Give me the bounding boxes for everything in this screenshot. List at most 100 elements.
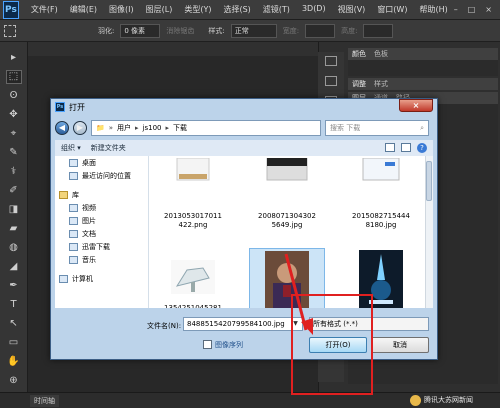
menu-item-4[interactable]: 类型(Y)	[178, 4, 217, 15]
nav-item[interactable]: 计算机	[55, 272, 148, 285]
menu-item-8[interactable]: 视图(V)	[332, 4, 372, 15]
tool-icon-6[interactable]: ⚕	[7, 166, 21, 178]
location-icon	[69, 171, 78, 180]
tab-styles[interactable]: 样式	[374, 79, 388, 89]
tool-icon-13[interactable]: T	[7, 299, 21, 311]
image-sequence-label: 图像序列	[215, 341, 243, 349]
highlight-box	[291, 294, 373, 395]
feather-input[interactable]: 0 像素	[120, 23, 161, 38]
file-name: 1354251045281 246062.jpg	[164, 304, 222, 308]
nav-item-label: 迅雷下载	[82, 242, 110, 251]
height-label: 高度:	[341, 26, 358, 35]
menu-item-1[interactable]: 编辑(E)	[64, 4, 103, 15]
tool-icon-1[interactable]: ⬚	[5, 70, 22, 84]
image-thumbnail	[171, 260, 215, 294]
menu-item-7[interactable]: 3D(D)	[296, 4, 332, 15]
image-thumbnail	[266, 157, 308, 181]
menu-items: 文件(F) 编辑(E) 图像(I) 图层(L) 类型(Y) 选择(S) 滤镜(T) 3D(D)…	[25, 4, 454, 15]
width-input[interactable]	[305, 23, 336, 38]
menu-item-9[interactable]: 窗口(W)	[371, 4, 413, 15]
dialog-close-button[interactable]: ×	[399, 99, 433, 112]
nav-item[interactable]: 音乐	[55, 253, 148, 266]
nav-item[interactable]: 文档	[55, 227, 148, 240]
tool-icon-3[interactable]: ✥	[7, 109, 21, 121]
nav-item[interactable]: 视频	[55, 201, 148, 214]
nav-item[interactable]: 桌面	[55, 156, 148, 169]
tool-icon-5[interactable]: ✎	[7, 147, 21, 159]
menu-item-0[interactable]: 文件(F)	[25, 4, 64, 15]
tool-icon-10[interactable]: ◍	[7, 242, 21, 254]
menu-item-6[interactable]: 滤镜(T)	[257, 4, 296, 15]
tool-icon-7[interactable]: ✐	[7, 185, 21, 197]
history-icon[interactable]	[325, 56, 337, 66]
breadcrumb-js100[interactable]: js100	[143, 124, 162, 132]
style-label: 样式:	[208, 26, 225, 35]
location-icon	[69, 229, 78, 238]
file-item[interactable]: 1354251045281 246062.jpg	[155, 248, 231, 308]
marquee-tool-preset-icon[interactable]	[4, 24, 16, 37]
menu-item-2[interactable]: 图像(I)	[103, 4, 140, 15]
tool-icon-12[interactable]: ✒	[7, 280, 21, 292]
nav-item[interactable]: 最近访问的位置	[55, 169, 148, 182]
forward-arrow-icon[interactable]: ▶	[73, 121, 87, 135]
close-window-button[interactable]: ×	[485, 5, 492, 14]
window-controls: – □ ×	[454, 5, 500, 14]
nav-item[interactable]: 迅雷下载	[55, 240, 148, 253]
nav-item[interactable]: 库	[55, 188, 148, 201]
tab-swatches[interactable]: 色板	[374, 49, 388, 59]
height-input[interactable]	[363, 23, 394, 38]
tool-icon-16[interactable]: ✋	[7, 356, 21, 368]
image-sequence-checkbox[interactable]	[203, 340, 212, 349]
tool-icon-17[interactable]: ⊕	[7, 375, 21, 387]
location-icon	[59, 274, 68, 283]
menu-item-10[interactable]: 帮助(H)	[413, 4, 453, 15]
view-options-icon[interactable]	[385, 143, 395, 152]
antialias-checkbox[interactable]: 消除锯齿	[166, 26, 194, 36]
open-file-dialog: Ps 打开 × ◀ ▶ 📁 » 用户 ▸ js100 ▸ 下载 搜索 下载 ⌕ …	[50, 98, 438, 395]
menu-item-5[interactable]: 选择(S)	[217, 4, 256, 15]
tool-icon-8[interactable]: ◨	[7, 204, 21, 216]
tab-adjustments[interactable]: 调整	[352, 79, 366, 89]
file-item[interactable]: 2008071304302 5649.jpg	[249, 156, 325, 232]
tool-icon-0[interactable]: ▸	[7, 52, 21, 64]
filename-label: 文件名(N):	[147, 322, 182, 330]
dialog-titlebar: Ps 打开	[51, 99, 437, 115]
properties-icon[interactable]	[325, 76, 337, 86]
file-item-wrap: 1354251045281 246062.jpg	[155, 248, 231, 308]
help-icon[interactable]: ?	[417, 143, 427, 153]
organize-button[interactable]: 组织 ▾	[61, 143, 81, 153]
scrollbar-thumb[interactable]	[426, 161, 432, 201]
breadcrumb[interactable]: 📁 » 用户 ▸ js100 ▸ 下载	[91, 120, 321, 136]
preview-pane-icon[interactable]	[401, 143, 411, 152]
tool-icon-15[interactable]: ▭	[7, 337, 21, 349]
cancel-button[interactable]: 取消	[371, 337, 429, 353]
tool-icon-2[interactable]: ʘ	[7, 90, 21, 102]
tab-color[interactable]: 颜色	[352, 49, 366, 59]
menu-item-3[interactable]: 图层(L)	[140, 4, 179, 15]
minimize-button[interactable]: –	[454, 5, 458, 14]
search-input[interactable]: 搜索 下载 ⌕	[325, 120, 429, 136]
nav-item[interactable]: 图片	[55, 214, 148, 227]
file-item[interactable]: 2013053017011 422.png	[155, 156, 231, 232]
nav-item-label: 计算机	[72, 274, 93, 283]
library-icon	[59, 190, 68, 199]
tool-icon-4[interactable]: ⌖	[7, 128, 21, 140]
back-arrow-icon[interactable]: ◀	[55, 121, 69, 135]
breadcrumb-users[interactable]: 用户	[117, 123, 131, 133]
width-label: 宽度:	[282, 26, 300, 35]
maximize-button[interactable]: □	[468, 5, 476, 14]
file-item[interactable]: 2015082715444 8180.jpg	[343, 156, 419, 232]
tool-icon-9[interactable]: ▰	[7, 223, 21, 235]
watermark: 腾讯大苏网新闻	[410, 393, 473, 407]
filename-input[interactable]: 8488515420799584100.jpg	[183, 317, 303, 331]
style-select[interactable]: 正常	[230, 23, 277, 38]
options-bar: 羽化: 0 像素 消除锯齿 样式: 正常 宽度: 高度:	[0, 20, 500, 42]
tool-icon-14[interactable]: ↖	[7, 318, 21, 330]
tools-panel: ▸ ⬚ ʘ ✥ ⌖ ✎ ⚕ ✐ ◨ ▰ ◍ ◢ ✒ T ↖ ▭ ✋ ⊕	[0, 42, 28, 400]
command-bar: 组织 ▾ 新建文件夹 ?	[55, 140, 433, 156]
new-folder-button[interactable]: 新建文件夹	[91, 143, 126, 153]
timeline-tab[interactable]: 时间轴	[30, 394, 59, 407]
watermark-logo-icon	[410, 394, 421, 406]
breadcrumb-downloads[interactable]: 下载	[173, 123, 187, 133]
tool-icon-11[interactable]: ◢	[7, 261, 21, 273]
